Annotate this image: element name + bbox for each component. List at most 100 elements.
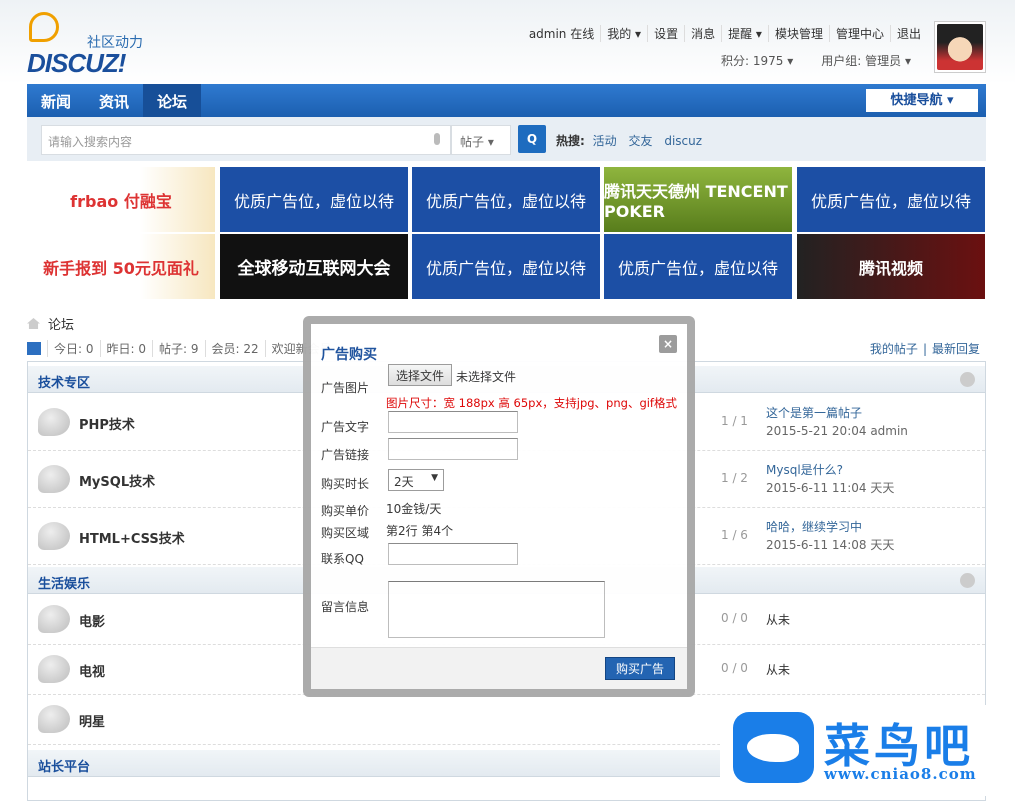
settings-link[interactable]: 设置: [647, 25, 684, 42]
label-link: 广告链接: [321, 448, 370, 462]
label-duration: 购买时长: [321, 477, 370, 491]
search-button[interactable]: Q: [518, 125, 546, 153]
logout-link[interactable]: 退出: [889, 25, 927, 42]
ad-text-input[interactable]: [388, 411, 518, 433]
forum-name[interactable]: MySQL技术: [79, 471, 155, 490]
last-post-meta: 2015-5-21 20:04 admin: [766, 423, 908, 438]
avatar[interactable]: [934, 21, 986, 73]
quick-nav-button[interactable]: 快捷导航 ▾: [866, 89, 978, 112]
ad-slot[interactable]: 优质广告位，虚位以待: [412, 167, 600, 232]
chevron-down-icon: ▼: [431, 473, 438, 483]
breadcrumb-forum[interactable]: 论坛: [48, 318, 74, 333]
stat-today: 今日: 0: [47, 340, 100, 357]
reminders-menu[interactable]: 提醒 ▾: [721, 25, 768, 42]
user-name-link[interactable]: admin 在线: [523, 25, 600, 42]
stat-members: 会员: 22: [204, 340, 265, 357]
label-qq: 联系QQ: [321, 552, 364, 566]
ad-slot[interactable]: 优质广告位，虚位以待: [220, 167, 408, 232]
forum-bubble-icon: [38, 521, 70, 550]
credits-menu[interactable]: 积分: 1975 ▾: [707, 52, 807, 69]
price-value: 10金钱/天: [386, 502, 442, 516]
last-post: 从未: [766, 661, 790, 679]
search-type-select[interactable]: 帖子 ▾: [451, 125, 511, 155]
discuz-logo[interactable]: 社区动力 DISCUZ!: [27, 10, 167, 78]
last-post: 从未: [766, 611, 790, 629]
section-title[interactable]: 站长平台: [38, 760, 90, 775]
forum-name[interactable]: 电影: [79, 611, 105, 630]
ad-link-input[interactable]: [388, 438, 518, 460]
forum-bubble-icon: [38, 705, 70, 733]
choose-file-button[interactable]: 选择文件: [388, 364, 453, 386]
buy-ad-button[interactable]: 购买广告: [605, 657, 675, 680]
admin-center-link[interactable]: 管理中心: [828, 25, 890, 42]
usergroup-menu[interactable]: 用户组: 管理员 ▾: [807, 52, 925, 69]
messages-link[interactable]: 消息: [684, 25, 721, 42]
duration-value: 2天: [394, 475, 414, 489]
stat-yesterday: 昨日: 0: [99, 340, 153, 357]
topic-post-count: 1 / 6: [721, 527, 748, 542]
label-image: 广告图片: [321, 381, 370, 395]
nav-news[interactable]: 新闻: [27, 84, 85, 117]
search-input[interactable]: 请输入搜索内容: [41, 125, 451, 155]
forum-bubble-icon: [38, 655, 70, 683]
collapse-icon[interactable]: [960, 372, 975, 387]
ad-slot[interactable]: frbao 付融宝: [27, 167, 215, 232]
section-title[interactable]: 生活娱乐: [38, 577, 90, 592]
forum-name[interactable]: 明星: [79, 711, 105, 730]
last-post-title: 从未: [766, 613, 791, 627]
hot-link[interactable]: 活动: [593, 134, 617, 148]
collapse-icon[interactable]: [960, 573, 975, 588]
duration-select[interactable]: 2天 ▼: [388, 469, 444, 491]
ad-slot[interactable]: 腾讯视频: [797, 234, 985, 299]
label-message: 留言信息: [321, 600, 370, 614]
ad-slot[interactable]: 新手报到 50元见面礼: [27, 234, 215, 299]
ad-purchase-dialog: 广告购买 × 广告图片 选择文件 未选择文件 图片尺寸：宽 188px 高 65…: [303, 316, 695, 697]
search-bar: 请输入搜索内容 帖子 ▾ Q 热搜: 活动 交友 discuz: [27, 117, 986, 161]
nav-info[interactable]: 资讯: [85, 84, 143, 117]
main-nav: 新闻 资讯 论坛 快捷导航 ▾: [27, 84, 986, 117]
message-textarea[interactable]: [388, 581, 605, 638]
my-posts-link[interactable]: 我的帖子: [865, 342, 923, 356]
my-menu[interactable]: 我的 ▾: [600, 25, 647, 42]
chart-icon[interactable]: [27, 342, 41, 355]
last-post-title: 从未: [766, 663, 791, 677]
bird-logo-icon: [733, 712, 814, 783]
ad-slot[interactable]: 优质广告位，虚位以待: [604, 234, 792, 299]
ad-slot[interactable]: 优质广告位，虚位以待: [412, 234, 600, 299]
topic-post-count: 1 / 2: [721, 470, 748, 485]
last-post-title[interactable]: 哈哈，继续学习中: [766, 518, 894, 536]
ad-slot[interactable]: 腾讯天天德州 TENCENT POKER: [604, 167, 792, 232]
area-value: 第2行 第4个: [386, 524, 454, 538]
forum-name[interactable]: HTML+CSS技术: [79, 528, 185, 547]
file-status: 未选择文件: [456, 370, 517, 384]
topic-post-count: 0 / 0: [721, 611, 748, 625]
nav-forum[interactable]: 论坛: [143, 84, 202, 117]
breadcrumb: 论坛: [27, 314, 74, 333]
hot-link[interactable]: discuz: [664, 134, 702, 148]
forum-name[interactable]: PHP技术: [79, 414, 135, 433]
close-icon[interactable]: ×: [659, 335, 677, 353]
microphone-icon[interactable]: [434, 133, 440, 145]
hot-label: 热搜:: [556, 134, 585, 148]
latest-replies-link[interactable]: 最新回复: [927, 342, 985, 356]
module-admin-link[interactable]: 模块管理: [767, 25, 829, 42]
ad-slot[interactable]: 优质广告位，虚位以待: [797, 167, 985, 232]
last-post-title[interactable]: Mysql是什么?: [766, 461, 894, 479]
ad-slot[interactable]: 全球移动互联网大会: [220, 234, 408, 299]
last-post: 哈哈，继续学习中 2015-6-11 14:08 天天: [766, 518, 894, 554]
forum-bubble-icon: [38, 605, 70, 633]
last-post: 这个是第一篇帖子 2015-5-21 20:04 admin: [766, 404, 908, 440]
last-post-title[interactable]: 这个是第一篇帖子: [766, 404, 908, 422]
forum-name[interactable]: 电视: [79, 661, 105, 680]
avatar-image: [937, 24, 983, 70]
hot-link[interactable]: 交友: [628, 134, 652, 148]
qq-input[interactable]: [388, 543, 518, 565]
label-area: 购买区域: [321, 526, 370, 540]
section-title[interactable]: 技术专区: [38, 376, 90, 391]
right-links: 我的帖子 | 最新回复: [865, 340, 985, 357]
home-icon[interactable]: [27, 318, 40, 329]
user-info: 积分: 1975 ▾ 用户组: 管理员 ▾: [707, 52, 925, 69]
label-text: 广告文字: [321, 420, 370, 434]
watermark: 菜鸟吧 www.cniao8.com: [720, 705, 1015, 796]
last-post-meta: 2015-6-11 11:04 天天: [766, 480, 895, 495]
